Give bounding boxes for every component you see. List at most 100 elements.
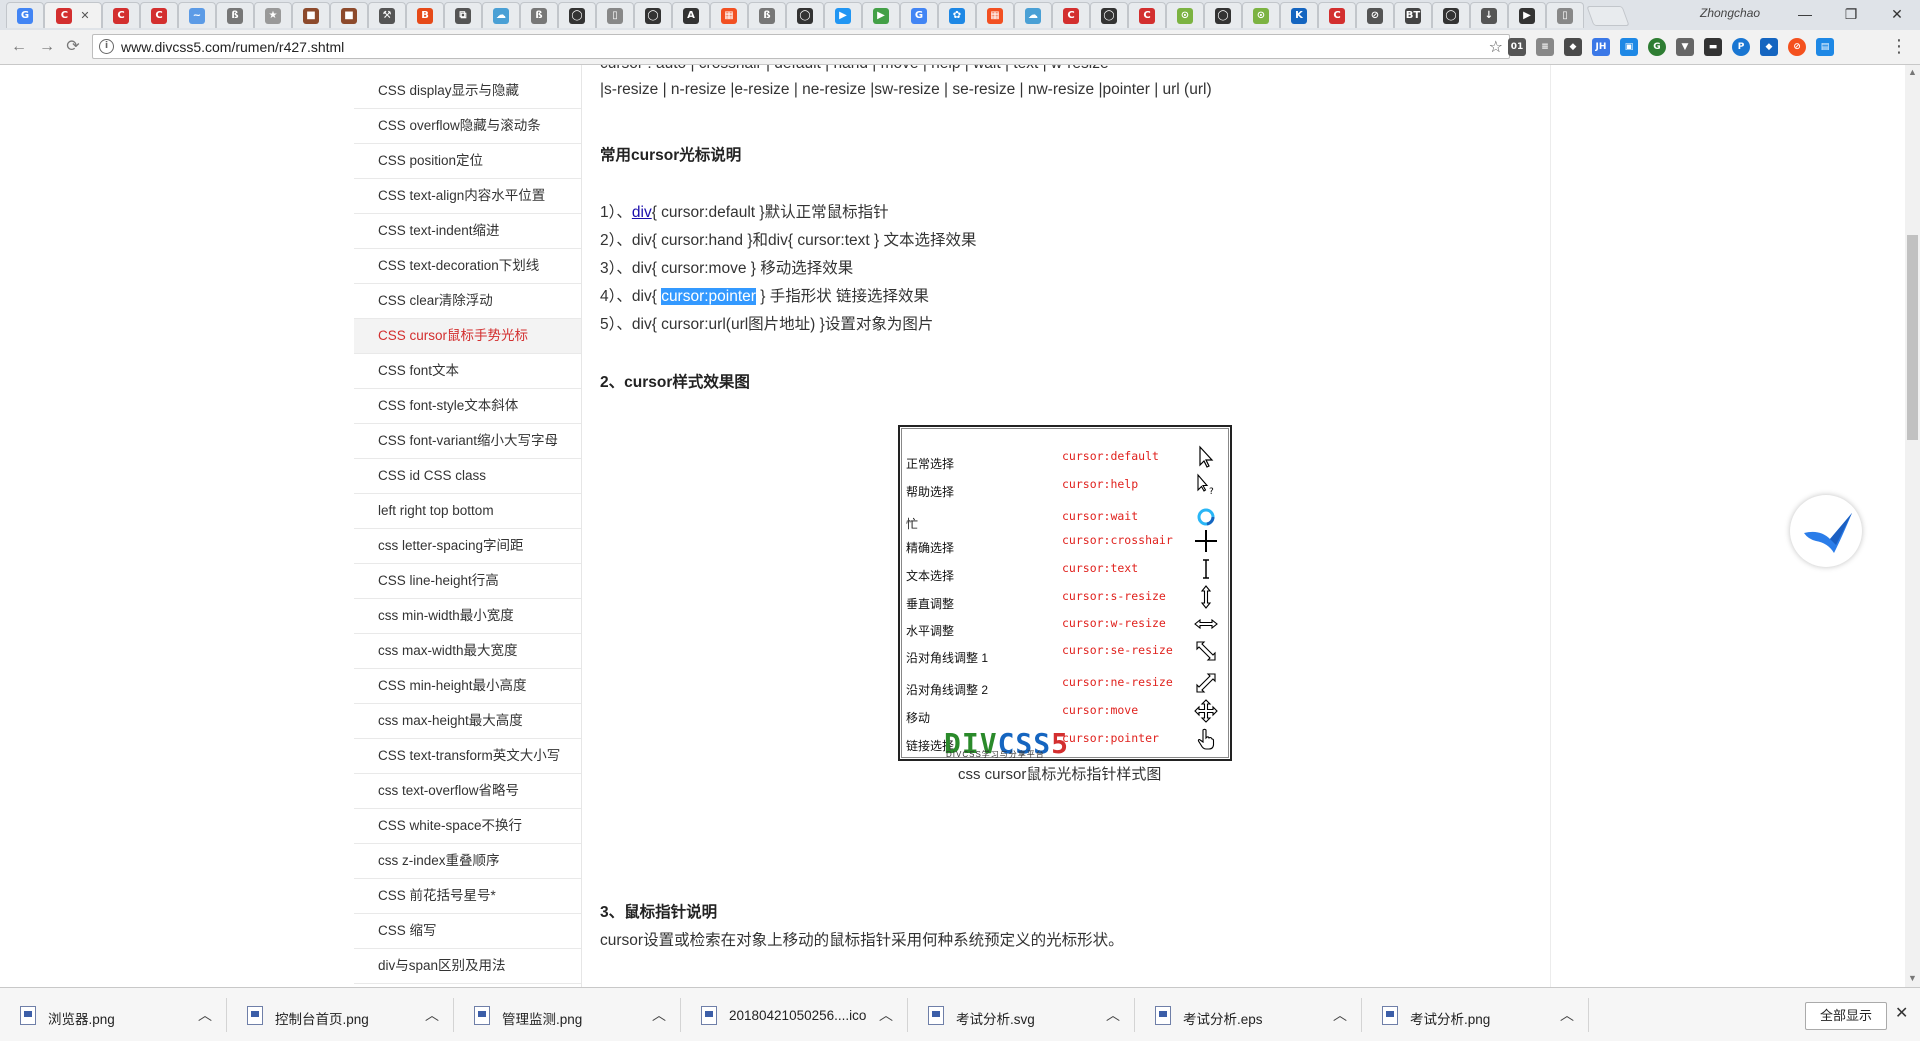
url-text[interactable]: www.divcss5.com/rumen/r427.shtml bbox=[121, 39, 344, 55]
browser-tab[interactable]: ▯ bbox=[596, 2, 634, 28]
browser-tab[interactable]: ▶ bbox=[1508, 2, 1546, 28]
chevron-up-icon[interactable]: ︿ bbox=[1106, 1005, 1120, 1025]
browser-tab[interactable]: C bbox=[102, 2, 140, 28]
browser-tab[interactable]: ★ bbox=[254, 2, 292, 28]
browser-tab[interactable]: G bbox=[900, 2, 938, 28]
reload-icon[interactable]: ⟳ bbox=[62, 36, 84, 58]
sidebar-item[interactable]: CSS text-decoration下划线 bbox=[354, 249, 581, 284]
sidebar-item[interactable]: css min-width最小宽度 bbox=[354, 599, 581, 634]
browser-tab[interactable]: ß bbox=[216, 2, 254, 28]
sidebar-item[interactable]: CSS font-style文本斜体 bbox=[354, 389, 581, 424]
sidebar-item[interactable]: CSS text-transform英文大小写 bbox=[354, 739, 581, 774]
forward-arrow-icon[interactable]: → bbox=[36, 36, 58, 58]
browser-tab[interactable]: ◯ bbox=[1204, 2, 1242, 28]
address-bar[interactable]: i www.divcss5.com/rumen/r427.shtml ☆ bbox=[92, 34, 1510, 59]
extension-icon[interactable]: G bbox=[1648, 38, 1666, 56]
extension-icon[interactable]: ▬ bbox=[1704, 38, 1722, 56]
scroll-thumb[interactable] bbox=[1907, 235, 1918, 440]
browser-tab[interactable]: ⚒ bbox=[368, 2, 406, 28]
sidebar-item[interactable]: css max-height最大高度 bbox=[354, 704, 581, 739]
extension-icon[interactable]: ◆ bbox=[1760, 38, 1778, 56]
browser-tab[interactable]: ~ bbox=[178, 2, 216, 28]
browser-tab[interactable]: ▦ bbox=[976, 2, 1014, 28]
minimize-button[interactable]: — bbox=[1782, 0, 1828, 28]
extension-icon[interactable]: ▣ bbox=[1620, 38, 1638, 56]
sidebar-item[interactable]: CSS 前花括号星号* bbox=[354, 879, 581, 914]
browser-tab[interactable]: ✿ bbox=[938, 2, 976, 28]
browser-tab[interactable]: ◯ bbox=[786, 2, 824, 28]
download-item[interactable]: 考试分析.eps ︿ bbox=[1135, 998, 1362, 1032]
sidebar-item[interactable]: css text-overflow省略号 bbox=[354, 774, 581, 809]
download-item[interactable]: 考试分析.png ︿ bbox=[1362, 998, 1589, 1032]
close-shelf-icon[interactable]: ✕ bbox=[1895, 1003, 1908, 1023]
close-window-button[interactable]: ✕ bbox=[1874, 0, 1920, 28]
browser-tab[interactable]: ↓ bbox=[1470, 2, 1508, 28]
browser-tab[interactable]: ◯ bbox=[558, 2, 596, 28]
back-arrow-icon[interactable]: ← bbox=[8, 36, 30, 58]
sidebar-item[interactable]: CSS text-indent缩进 bbox=[354, 214, 581, 249]
new-tab-button[interactable] bbox=[1586, 6, 1630, 26]
sidebar-item[interactable]: CSS overflow隐藏与滚动条 bbox=[354, 109, 581, 144]
browser-tab[interactable]: ◯ bbox=[1090, 2, 1128, 28]
sidebar-item[interactable]: CSS clear清除浮动 bbox=[354, 284, 581, 319]
sidebar-item[interactable]: css z-index重叠顺序 bbox=[354, 844, 581, 879]
browser-tab[interactable]: ⊙ bbox=[1242, 2, 1280, 28]
extension-icon[interactable]: 01 bbox=[1508, 38, 1526, 56]
sidebar-item[interactable]: left right top bottom bbox=[354, 494, 581, 529]
sidebar-item[interactable]: CSS id CSS class bbox=[354, 459, 581, 494]
close-tab-icon[interactable]: ✕ bbox=[80, 9, 89, 22]
sidebar-item[interactable]: CSS min-height最小高度 bbox=[354, 669, 581, 704]
browser-tab[interactable]: ▦ bbox=[710, 2, 748, 28]
sidebar-item[interactable]: CSS text-align内容水平位置 bbox=[354, 179, 581, 214]
browser-tab[interactable]: ⊙ bbox=[1166, 2, 1204, 28]
sidebar-item[interactable]: css letter-spacing字间距 bbox=[354, 529, 581, 564]
extension-icon[interactable]: ≡ bbox=[1536, 38, 1554, 56]
download-item[interactable]: 20180421050256....ico ︿ bbox=[681, 998, 908, 1032]
browser-tab[interactable]: B bbox=[406, 2, 444, 28]
scroll-up-arrow-icon[interactable]: ▲ bbox=[1908, 67, 1917, 77]
chevron-up-icon[interactable]: ︿ bbox=[1560, 1005, 1574, 1025]
floating-bird-icon[interactable] bbox=[1790, 495, 1862, 567]
extension-icon[interactable]: ▤ bbox=[1816, 38, 1834, 56]
restore-button[interactable]: ❐ bbox=[1828, 0, 1874, 28]
sidebar-item[interactable]: CSS font-variant缩小大写字母 bbox=[354, 424, 581, 459]
div-link[interactable]: div bbox=[632, 204, 652, 221]
browser-tab[interactable]: ▶ bbox=[862, 2, 900, 28]
download-item[interactable]: 控制台首页.png ︿ bbox=[227, 998, 454, 1032]
extension-icon[interactable]: JH bbox=[1592, 38, 1610, 56]
download-item[interactable]: 管理监测.png ︿ bbox=[454, 998, 681, 1032]
browser-tab[interactable]: C bbox=[1318, 2, 1356, 28]
sidebar-item[interactable]: CSS 缩写 bbox=[354, 914, 581, 949]
page-scrollbar[interactable]: ▲ ▼ bbox=[1905, 65, 1920, 987]
browser-tab[interactable]: K bbox=[1280, 2, 1318, 28]
sidebar-item[interactable]: CSS position定位 bbox=[354, 144, 581, 179]
browser-tab[interactable]: C bbox=[140, 2, 178, 28]
sidebar-item[interactable]: CSS font文本 bbox=[354, 354, 581, 389]
sidebar-item[interactable]: CSS cursor鼠标手势光标 bbox=[354, 319, 581, 354]
chevron-up-icon[interactable]: ︿ bbox=[652, 1005, 666, 1025]
browser-tab[interactable]: ß bbox=[520, 2, 558, 28]
extension-icon[interactable]: ⊘ bbox=[1788, 38, 1806, 56]
bookmark-star-icon[interactable]: ☆ bbox=[1489, 37, 1503, 57]
browser-tab[interactable]: ☁ bbox=[1014, 2, 1052, 28]
sidebar-item[interactable]: CSS line-height行高 bbox=[354, 564, 581, 599]
show-all-button[interactable]: 全部显示 bbox=[1805, 1002, 1887, 1030]
extension-icon[interactable]: ▼ bbox=[1676, 38, 1694, 56]
browser-tab[interactable]: BT bbox=[1394, 2, 1432, 28]
browser-tab[interactable]: G bbox=[6, 2, 44, 28]
browser-tab[interactable]: C bbox=[1128, 2, 1166, 28]
chevron-up-icon[interactable]: ︿ bbox=[198, 1005, 212, 1025]
browser-tab[interactable]: ⧉ bbox=[444, 2, 482, 28]
browser-tab[interactable]: ß bbox=[748, 2, 786, 28]
browser-tab[interactable]: ◯ bbox=[634, 2, 672, 28]
menu-kebab-icon[interactable]: ⋮ bbox=[1890, 36, 1908, 57]
browser-tab[interactable]: C ✕ bbox=[44, 2, 102, 28]
browser-tab[interactable]: ■ bbox=[292, 2, 330, 28]
browser-tab[interactable]: ☁ bbox=[482, 2, 520, 28]
extension-icon[interactable]: P bbox=[1732, 38, 1750, 56]
chevron-up-icon[interactable]: ︿ bbox=[1333, 1005, 1347, 1025]
browser-tab[interactable]: ▯ bbox=[1546, 2, 1584, 28]
browser-tab[interactable]: C bbox=[1052, 2, 1090, 28]
browser-tab[interactable]: ◯ bbox=[1432, 2, 1470, 28]
sidebar-item[interactable]: div与span区别及用法 bbox=[354, 949, 581, 984]
